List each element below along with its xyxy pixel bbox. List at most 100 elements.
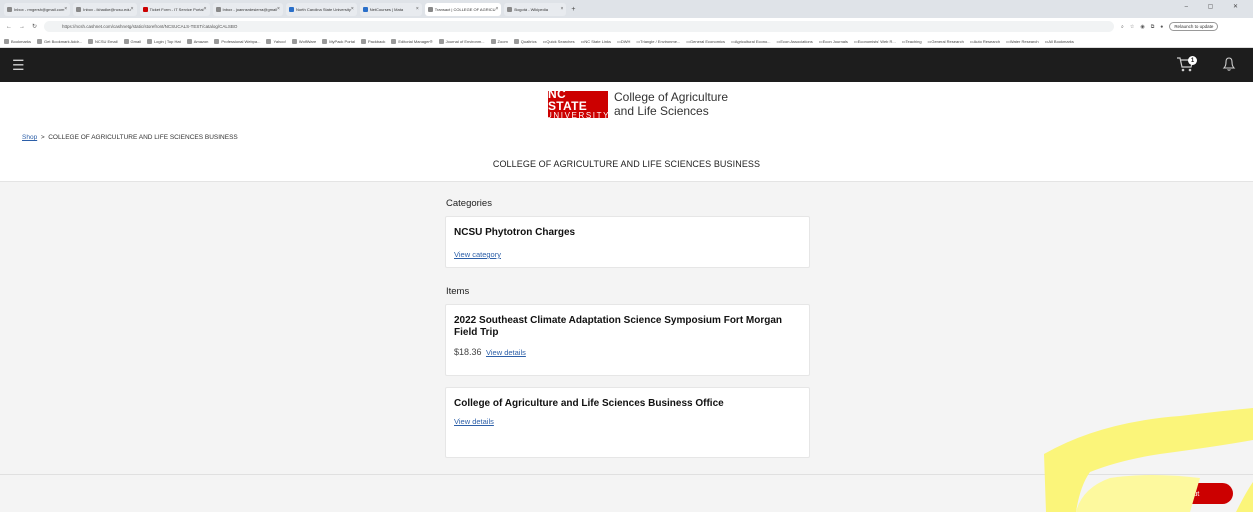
bookmark-folder[interactable]: ▭ Agricultural Econo... <box>731 39 771 44</box>
browser-tab[interactable]: North Carolina State University × <box>285 2 357 16</box>
bookmark-icon <box>123 38 129 44</box>
bookmark-icon <box>322 38 328 44</box>
bookmark-item[interactable]: Zoom <box>490 38 508 44</box>
browser-tab[interactable]: Ticket Form - IT Service Portal × <box>139 2 210 16</box>
footer-divider <box>0 474 1253 475</box>
cart-count-badge: 1 <box>1188 56 1197 65</box>
tab-favicon-icon <box>507 6 513 12</box>
bookmark-folder[interactable]: ▭ General Economics <box>686 39 725 44</box>
tab-favicon-icon <box>362 6 368 12</box>
bookmark-item[interactable]: Login | Top Hat <box>146 38 181 44</box>
url-field[interactable]: https://ncsh.cashnet.com/cashnetg/static… <box>44 21 1115 32</box>
profile-icon[interactable]: ● <box>1160 24 1163 30</box>
tab-favicon-icon <box>142 6 148 12</box>
browser-tab-active[interactable]: Transact | COLLEGE OF AGRICU × <box>424 2 502 16</box>
college-name-line2: and Life Sciences <box>614 104 709 118</box>
categories-heading: Categories <box>446 198 492 209</box>
items-heading: Items <box>446 286 470 297</box>
browser-tab[interactable]: Inbox - joannsrdesierra@gmail × <box>212 2 283 16</box>
close-tab-icon[interactable]: × <box>131 6 134 12</box>
bookmark-item[interactable]: Qualtrics <box>513 38 537 44</box>
reload-icon[interactable]: ↻ <box>32 23 37 30</box>
browser-tab[interactable]: Bogotá - Wikipedia × <box>504 2 567 16</box>
bookmark-folder[interactable]: ▭ Quick Searches <box>543 39 575 44</box>
bookmark-item[interactable]: Journal of Environm... <box>438 38 485 44</box>
close-tab-icon[interactable]: × <box>277 6 280 12</box>
browser-tab[interactable]: Inbox - rmgersh@gmail.com × <box>4 2 71 16</box>
bookmark-icon <box>361 38 366 44</box>
bookmark-folder[interactable]: ▭ Teaching <box>902 39 922 44</box>
bookmark-icon <box>513 38 519 44</box>
breadcrumb-shop-link[interactable]: Shop <box>22 134 37 141</box>
bookmark-folder[interactable]: ▭ All Bookmarks <box>1045 39 1074 44</box>
bookmark-item[interactable]: Gmail <box>123 38 141 44</box>
logo-university: UNIVERSITY <box>546 111 611 120</box>
zoom-icon[interactable]: ⌕ <box>1121 24 1124 30</box>
bookmark-folder[interactable]: ▭ Economists' Web R... <box>854 39 896 44</box>
category-card[interactable]: NCSU Phytotron Charges View category <box>445 216 810 268</box>
bookmark-folder[interactable]: ▭ NC State Links <box>581 39 611 44</box>
bookmark-folder[interactable]: ▭ General Research <box>928 39 964 44</box>
window-controls[interactable]: – ▢ ✕ <box>1185 3 1247 10</box>
bookmark-item[interactable]: WolfWare <box>291 38 316 44</box>
bookmark-icon <box>490 38 496 44</box>
college-name-line1: College of Agriculture <box>614 90 729 104</box>
bookmark-item[interactable]: MyPack Portal <box>322 38 355 44</box>
item-card[interactable]: College of Agriculture and Life Sciences… <box>445 387 810 458</box>
bookmark-item[interactable]: Get Bookmark Addr... <box>37 38 82 44</box>
bookmark-folder[interactable]: ▭ Econ Associations <box>777 39 813 44</box>
item-price: $18.36 <box>454 347 482 357</box>
close-tab-icon[interactable]: × <box>64 6 67 12</box>
browser-tab[interactable]: Inbox - ikhadke@ncsu.edu × <box>73 2 137 16</box>
college-name: College of Agriculture and Life Sciences <box>614 90 728 118</box>
bookmark-item[interactable]: NCSU Email <box>88 38 118 44</box>
bookmark-icon <box>88 38 94 44</box>
star-icon[interactable]: ☆ <box>1130 24 1134 30</box>
bookmark-icon <box>186 38 192 44</box>
view-details-link[interactable]: View details <box>486 348 526 357</box>
breadcrumb-current: COLLEGE OF AGRICULTURE AND LIFE SCIENCES… <box>48 134 238 141</box>
bookmark-folder[interactable]: ▭ DWH <box>617 39 630 44</box>
breadcrumb: Shop > COLLEGE OF AGRICULTURE AND LIFE S… <box>22 134 238 141</box>
item-title: 2022 Southeast Climate Adaptation Scienc… <box>454 315 783 338</box>
browser-tab[interactable]: NetCourses | Mata × <box>359 2 422 16</box>
bookmark-item[interactable]: Packback <box>361 38 385 44</box>
checkout-button[interactable]: Checkout <box>1134 483 1233 504</box>
forward-arrow-icon[interactable]: → <box>19 24 25 30</box>
bookmark-item[interactable]: Professional Webpa... <box>214 38 260 44</box>
back-arrow-icon[interactable]: ← <box>6 24 12 30</box>
tab-favicon-icon <box>76 6 82 12</box>
tab-favicon-icon <box>7 6 12 12</box>
bookmark-icon <box>266 38 272 44</box>
bookmark-icon <box>146 38 152 44</box>
page-title: COLLEGE OF AGRICULTURE AND LIFE SCIENCES… <box>492 159 761 169</box>
new-tab-button[interactable]: + <box>571 6 575 13</box>
bookmark-icon <box>37 38 43 44</box>
view-details-link[interactable]: View details <box>454 417 494 426</box>
bookmark-item[interactable]: Editorial Manager® <box>391 38 433 44</box>
tab-favicon-icon <box>288 6 294 12</box>
bookmark-folder[interactable]: ▭ Triangle / Environme... <box>636 39 680 44</box>
bookmark-item[interactable]: Amazon <box>186 38 208 44</box>
bookmark-icon <box>391 38 397 44</box>
close-tab-icon[interactable]: × <box>416 6 419 12</box>
puzzle-icon[interactable]: ⧉ <box>1151 24 1155 30</box>
close-tab-icon[interactable]: × <box>495 6 498 12</box>
bookmark-item[interactable]: Yahoo! <box>266 38 286 44</box>
item-card[interactable]: 2022 Southeast Climate Adaptation Scienc… <box>445 304 810 376</box>
bookmark-item[interactable]: Bookmarks <box>4 38 31 44</box>
bookmark-folder[interactable]: ▭ Water Research <box>1006 39 1039 44</box>
extension-icon[interactable]: ◉ <box>1140 24 1144 30</box>
category-title: NCSU Phytotron Charges <box>454 227 576 238</box>
bookmark-folder[interactable]: ▭ Auto Research <box>970 39 1000 44</box>
close-tab-icon[interactable]: × <box>351 6 354 12</box>
college-logo[interactable]: NC STATE UNIVERSITY College of Agricultu… <box>546 88 728 120</box>
app-header: ☰ 1 <box>0 48 1253 82</box>
menu-icon[interactable]: ☰ <box>12 57 25 74</box>
bookmark-folder[interactable]: ▭ Econ Journals <box>819 39 848 44</box>
close-tab-icon[interactable]: × <box>204 6 207 12</box>
relaunch-button[interactable]: Relaunch to update <box>1169 22 1219 31</box>
view-category-link[interactable]: View category <box>454 250 501 259</box>
bell-icon[interactable] <box>1222 56 1236 72</box>
close-tab-icon[interactable]: × <box>560 6 563 12</box>
